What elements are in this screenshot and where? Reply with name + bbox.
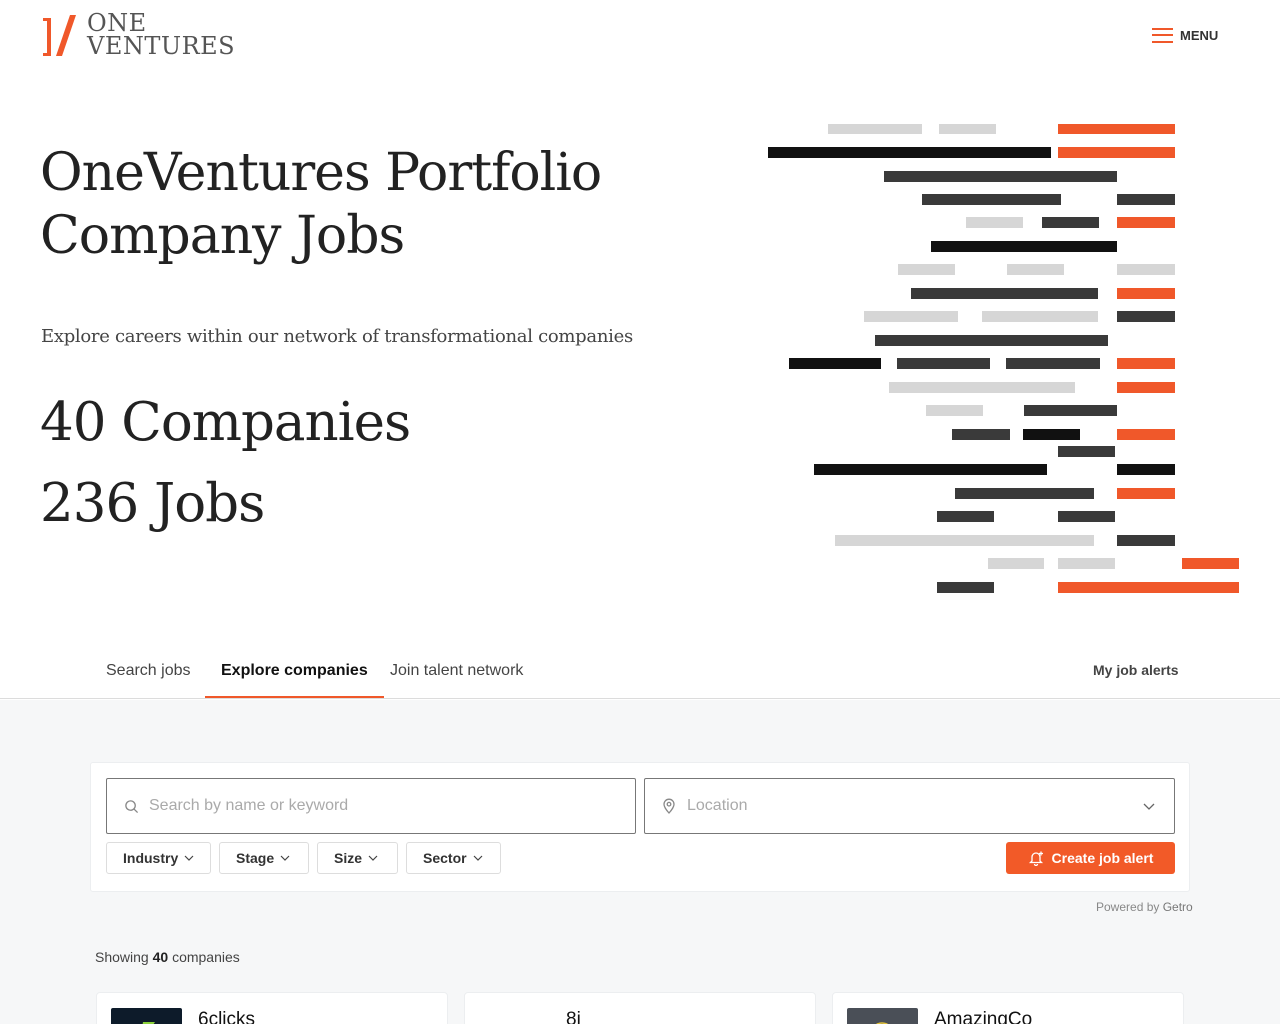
jobs-count-stat: 236 Jobs [40, 473, 265, 534]
powered-by-credit[interactable]: Powered by Getro [1096, 900, 1193, 914]
results-count-suffix: companies [172, 949, 240, 965]
filter-stage[interactable]: Stage [219, 842, 309, 874]
page-tabs: Search jobs Explore companies Join talen… [0, 652, 1280, 699]
filter-industry-label: Industry [123, 850, 179, 866]
company-logo-8i [479, 1008, 550, 1024]
chevron-down-icon[interactable] [1142, 799, 1156, 813]
filter-size-label: Size [334, 850, 363, 866]
hero-subtitle: Explore careers within our network of tr… [41, 326, 633, 347]
powered-by-brand: Getro [1162, 900, 1193, 914]
location-input[interactable]: Location [644, 778, 1175, 834]
page-title-line-2: Company Jobs [40, 206, 405, 266]
results-count: Showing 40 companies [95, 949, 240, 965]
company-card[interactable]: AmazingCo [832, 992, 1184, 1024]
company-name: AmazingCo [934, 1009, 1033, 1024]
location-placeholder: Location [687, 797, 748, 814]
decorative-bars-graphic [768, 124, 1239, 593]
company-card[interactable]: 6clicks [96, 992, 448, 1024]
company-card[interactable]: 8i [464, 992, 816, 1024]
my-job-alerts-link[interactable]: My job alerts [1093, 662, 1179, 678]
create-job-alert-button[interactable]: Create job alert [1006, 842, 1175, 874]
oneventures-logo[interactable]: ONE VENTURES [40, 11, 240, 60]
menu-button[interactable]: MENU [1152, 24, 1218, 46]
chevron-down-icon [368, 855, 378, 861]
companies-count-stat: 40 Companies [40, 392, 411, 453]
filter-sector-label: Sector [423, 850, 467, 866]
chevron-down-icon [473, 855, 483, 861]
create-job-alert-label: Create job alert [1051, 850, 1154, 866]
tab-search-jobs[interactable]: Search jobs [90, 652, 207, 698]
tab-explore-companies[interactable]: Explore companies [205, 652, 384, 698]
keyword-search-placeholder: Search by name or keyword [149, 797, 349, 814]
chevron-down-icon [184, 855, 194, 861]
keyword-search-input[interactable]: Search by name or keyword [106, 778, 636, 834]
chevron-down-icon [280, 855, 290, 861]
main-content: Search by name or keyword Location Indus… [0, 700, 1280, 1024]
filter-size[interactable]: Size [317, 842, 398, 874]
company-logo-amazingco [847, 1008, 918, 1024]
company-logo-6clicks [111, 1008, 182, 1024]
filter-industry[interactable]: Industry [106, 842, 211, 874]
page-title: OneVentures Portfolio Company Jobs [40, 142, 660, 268]
company-name: 8i [566, 1009, 581, 1024]
search-icon [123, 798, 139, 814]
filter-stage-label: Stage [236, 850, 275, 866]
logo-mark-icon [43, 15, 76, 56]
powered-by-prefix: Powered by [1096, 900, 1160, 914]
logo-line-ventures: VENTURES [87, 32, 236, 60]
logo-wordmark: ONE VENTURES [87, 11, 236, 60]
tab-join-talent-network[interactable]: Join talent network [374, 652, 539, 698]
search-panel: Search by name or keyword Location Indus… [90, 762, 1190, 892]
page-title-line-1: OneVentures Portfolio [40, 143, 602, 203]
hamburger-icon [1152, 27, 1173, 43]
filter-sector[interactable]: Sector [406, 842, 501, 874]
company-name: 6clicks [198, 1009, 256, 1024]
menu-label: MENU [1180, 27, 1219, 43]
bell-icon [1028, 851, 1043, 866]
location-pin-icon [661, 798, 677, 814]
results-count-number: 40 [152, 949, 169, 965]
results-count-prefix: Showing [95, 949, 149, 965]
